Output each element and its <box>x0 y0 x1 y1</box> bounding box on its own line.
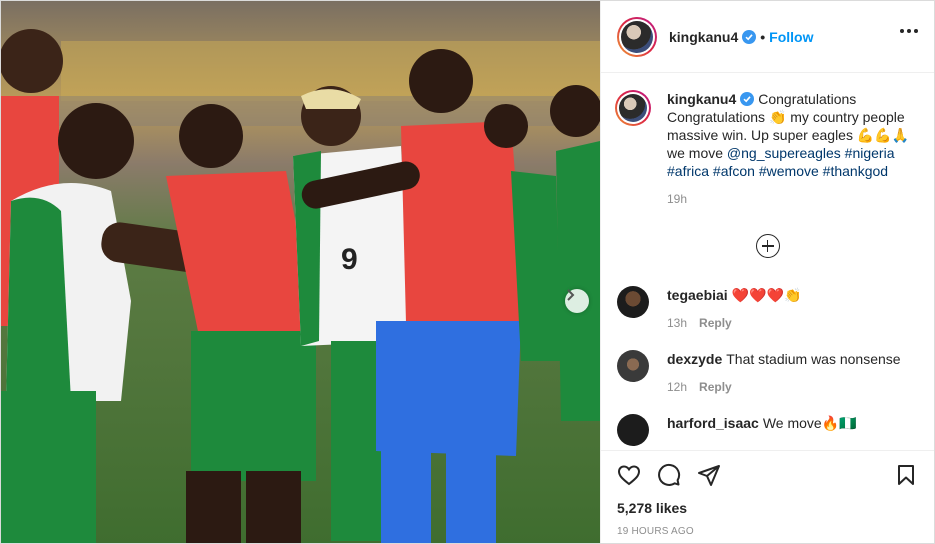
post-side-panel: kingkanu4 • Follow kingkanu4 Congratulati… <box>600 1 934 543</box>
hashtag-link[interactable]: #thankgod <box>823 163 888 179</box>
likes-count[interactable]: 5,278 likes <box>617 499 918 517</box>
mention-link[interactable]: @ng_supereagles <box>727 145 841 161</box>
post-username[interactable]: kingkanu4 <box>669 29 738 45</box>
caption-time[interactable]: 19h <box>667 192 687 206</box>
comment-text: ❤️❤️❤️👏 <box>731 287 802 303</box>
post-timestamp[interactable]: 19 HOURS AGO <box>617 526 918 537</box>
comment-time[interactable]: 12h <box>667 380 687 394</box>
svg-text:9: 9 <box>341 243 358 276</box>
bookmark-icon[interactable] <box>894 463 918 487</box>
comment-text: That stadium was nonsense <box>726 351 901 367</box>
caption-meta: 19h <box>667 192 918 206</box>
commenter-avatar[interactable] <box>617 414 649 446</box>
comment-icon[interactable] <box>657 463 681 487</box>
hashtag-link[interactable]: #africa <box>667 163 709 179</box>
plus-circle-icon[interactable] <box>755 234 780 258</box>
more-options-icon[interactable] <box>900 29 918 33</box>
heart-icon[interactable] <box>617 463 641 487</box>
comment-username[interactable]: dexzyde <box>667 351 722 367</box>
team-celebration-image: 9 <box>1 1 600 543</box>
caption-avatar[interactable] <box>615 90 651 126</box>
share-icon[interactable] <box>697 463 721 487</box>
caption-username[interactable]: kingkanu4 <box>667 91 736 107</box>
comments-list[interactable]: kingkanu4 Congratulations Congratulations… <box>601 74 934 450</box>
avatar[interactable] <box>617 16 657 57</box>
comment-item: tegaebiai ❤️❤️❤️👏 13h Reply <box>617 286 918 330</box>
comment-item: dexzyde That stadium was nonsense 12h Repl… <box>617 350 918 394</box>
comment-username[interactable]: tegaebiai <box>667 287 728 303</box>
hashtag-link[interactable]: #afcon <box>713 163 755 179</box>
post-modal: 9 kingkanu4 • Follow kingkanu4 Congratul… <box>0 0 935 544</box>
comment-time[interactable]: 13h <box>667 316 687 330</box>
post-actions: 5,278 likes 19 HOURS AGO <box>601 450 934 543</box>
caption: kingkanu4 Congratulations Congratulations… <box>615 90 918 206</box>
next-photo-button[interactable] <box>565 289 589 313</box>
commenter-avatar[interactable] <box>617 286 649 318</box>
post-photo[interactable]: 9 <box>1 1 600 543</box>
commenter-avatar[interactable] <box>617 350 649 382</box>
comment-username[interactable]: harford_isaac <box>667 415 759 431</box>
hashtag-link[interactable]: #nigeria <box>845 145 895 161</box>
comment-item: harford_isaac We move🔥🇳🇬 <box>617 414 918 446</box>
verified-badge-icon <box>740 92 755 106</box>
verified-badge-icon <box>742 29 757 44</box>
post-header: kingkanu4 • Follow <box>601 1 934 73</box>
reply-button[interactable]: Reply <box>699 380 732 394</box>
action-icons <box>617 451 918 499</box>
load-more-comments <box>617 234 918 258</box>
reply-button[interactable]: Reply <box>699 316 732 330</box>
follow-button[interactable]: Follow <box>769 29 813 45</box>
chevron-right-icon <box>567 289 575 301</box>
hashtag-link[interactable]: #wemove <box>759 163 819 179</box>
comment-text: We move🔥🇳🇬 <box>762 415 857 431</box>
separator-dot: • <box>760 28 766 45</box>
caption-text: kingkanu4 Congratulations Congratulations… <box>667 90 918 180</box>
